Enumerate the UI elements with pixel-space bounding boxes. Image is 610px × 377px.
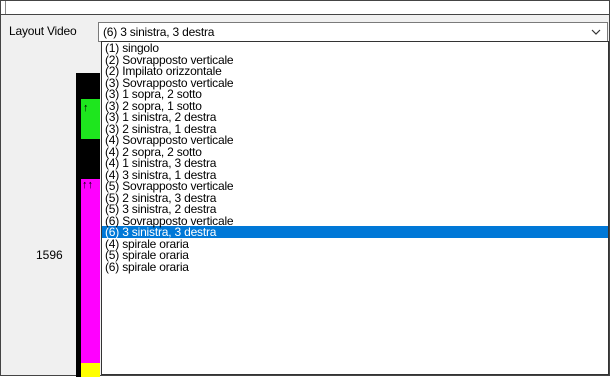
video-layout-preview-track: ↑ ↑↑ bbox=[76, 73, 100, 377]
layout-video-selected-value: (6) 3 sinistra, 3 destra bbox=[103, 25, 215, 39]
chevron-down-icon[interactable] bbox=[589, 24, 603, 40]
dropdown-option[interactable]: (2) Impilato orizzontale bbox=[102, 65, 608, 77]
dropdown-option[interactable]: (6) 3 sinistra, 3 destra bbox=[102, 226, 608, 238]
double-up-arrow-icon: ↑↑ bbox=[82, 179, 93, 191]
layout-video-dropdown-list[interactable]: (1) singolo (2) Sovrapposto verticale (2) … bbox=[101, 41, 609, 375]
up-arrow-icon: ↑ bbox=[83, 102, 89, 114]
video-layout-window: Layout Video (6) 3 sinistra, 3 destra ↑ … bbox=[0, 0, 610, 377]
layout-video-combobox[interactable]: (6) 3 sinistra, 3 destra bbox=[98, 22, 608, 42]
dropdown-option[interactable]: (4) 1 sinistra, 3 destra bbox=[102, 157, 608, 169]
top-toolbar-strip bbox=[1, 1, 609, 15]
layout-video-label: Layout Video bbox=[9, 24, 77, 38]
preview-magenta-segment: ↑↑ bbox=[81, 179, 100, 375]
preview-green-segment: ↑ bbox=[81, 99, 100, 139]
dropdown-option[interactable]: (4) Sovrapposto verticale bbox=[102, 134, 608, 146]
dropdown-option[interactable]: (6) spirale oraria bbox=[102, 261, 608, 273]
dropdown-option[interactable]: (5) Sovrapposto verticale bbox=[102, 180, 608, 192]
dropdown-option[interactable]: (3) 1 sopra, 2 sotto bbox=[102, 88, 608, 100]
dropdown-option[interactable]: (5) spirale oraria bbox=[102, 249, 608, 261]
dropdown-option[interactable]: (1) singolo bbox=[102, 42, 608, 54]
preview-top-segment bbox=[81, 73, 100, 83]
preview-frame-number: 1596 bbox=[36, 248, 63, 262]
toolbar-divider bbox=[5, 1, 6, 14]
dropdown-option[interactable]: (5) 3 sinistra, 2 destra bbox=[102, 203, 608, 215]
dropdown-option[interactable]: (3) 1 sinistra, 2 destra bbox=[102, 111, 608, 123]
preview-yellow-segment bbox=[81, 363, 100, 377]
